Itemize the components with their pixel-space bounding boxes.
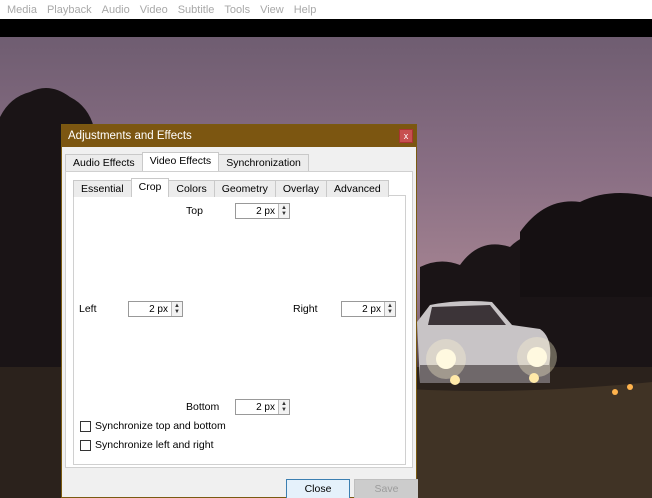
menu-video[interactable]: Video <box>135 4 173 16</box>
menu-playback[interactable]: Playback <box>42 4 97 16</box>
tab-synchronization[interactable]: Synchronization <box>218 154 309 171</box>
main-tabs: Audio Effects Video Effects Synchronizat… <box>65 152 309 171</box>
sync-left-right-label: Synchronize left and right <box>95 439 214 451</box>
menu-bar: Media Playback Audio Video Subtitle Tool… <box>0 0 652 19</box>
crop-left-label: Left <box>79 303 97 315</box>
video-subtabs: Essential Crop Colors Geometry Overlay A… <box>73 178 389 197</box>
menu-audio[interactable]: Audio <box>97 4 135 16</box>
crop-left-spinbox[interactable]: 2 px ▲ ▼ <box>128 301 183 317</box>
menu-subtitle[interactable]: Subtitle <box>173 4 220 16</box>
tab-audio-effects[interactable]: Audio Effects <box>65 154 143 171</box>
video-top-border <box>0 19 652 37</box>
checkbox-box[interactable] <box>80 439 91 451</box>
crop-right-value: 2 px <box>362 303 381 315</box>
tab-video-effects[interactable]: Video Effects <box>141 152 220 171</box>
subtab-essential[interactable]: Essential <box>73 180 132 197</box>
subtab-colors[interactable]: Colors <box>168 180 215 197</box>
save-button[interactable]: Save <box>354 479 418 498</box>
close-icon[interactable]: x <box>399 129 413 143</box>
subtab-advanced[interactable]: Advanced <box>326 180 389 197</box>
dialog-titlebar[interactable]: Adjustments and Effects x <box>62 125 416 147</box>
menu-media[interactable]: Media <box>2 4 42 16</box>
spin-arrows-icon[interactable]: ▲ ▼ <box>278 204 289 218</box>
crop-bottom-label: Bottom <box>186 401 220 413</box>
dialog-title: Adjustments and Effects <box>68 130 192 142</box>
subtab-overlay[interactable]: Overlay <box>274 180 328 197</box>
crop-top-label: Top <box>186 205 203 217</box>
spin-arrows-icon[interactable]: ▲ ▼ <box>278 400 289 414</box>
crop-bottom-spinbox[interactable]: 2 px ▲ ▼ <box>235 399 290 415</box>
crop-bottom-value: 2 px <box>256 401 275 413</box>
crop-right-label: Right <box>293 303 318 315</box>
subtab-geometry[interactable]: Geometry <box>213 180 276 197</box>
crop-top-spinbox[interactable]: 2 px ▲ ▼ <box>235 203 290 219</box>
crop-top-value: 2 px <box>256 205 275 217</box>
sync-left-right-checkbox[interactable]: Synchronize left and right <box>80 439 213 451</box>
sync-top-bottom-label: Synchronize top and bottom <box>95 420 226 432</box>
adjustments-effects-dialog: Adjustments and Effects x Audio Effects … <box>61 124 418 498</box>
spin-arrows-icon[interactable]: ▲ ▼ <box>171 302 182 316</box>
menu-help[interactable]: Help <box>289 4 322 16</box>
sync-top-bottom-checkbox[interactable]: Synchronize top and bottom <box>80 420 226 432</box>
crop-left-value: 2 px <box>149 303 168 315</box>
menu-view[interactable]: View <box>255 4 289 16</box>
subtab-crop[interactable]: Crop <box>130 178 170 197</box>
checkbox-box[interactable] <box>80 420 91 432</box>
menu-tools[interactable]: Tools <box>219 4 255 16</box>
close-button[interactable]: Close <box>286 479 350 498</box>
spin-arrows-icon[interactable]: ▲ ▼ <box>384 302 395 316</box>
crop-right-spinbox[interactable]: 2 px ▲ ▼ <box>341 301 396 317</box>
